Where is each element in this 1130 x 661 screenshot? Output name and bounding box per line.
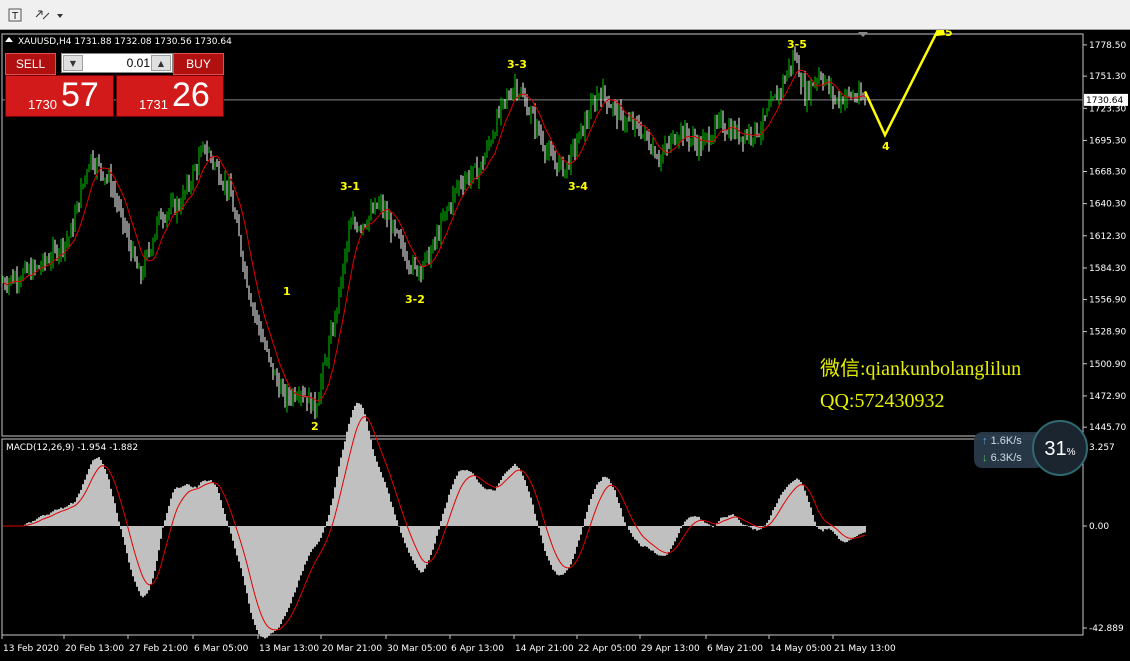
price-axis-label: 1556.90: [1089, 295, 1126, 305]
wave-label-3-3: 3-3: [507, 58, 527, 71]
buy-price-big: 26: [172, 76, 210, 114]
lot-increase-icon[interactable]: ▲: [151, 55, 171, 71]
time-axis-label: 29 Apr 13:00: [641, 644, 700, 654]
upload-arrow-icon: ↑: [982, 435, 991, 447]
chart-window[interactable]: XAUUSD,H4 1731.88 1732.08 1730.56 1730.6…: [0, 30, 1130, 661]
sell-price-big: 57: [61, 76, 99, 114]
wechat-watermark: 微信:qiankunbolanglilun: [820, 358, 1022, 380]
time-axis-label: 6 Mar 05:00: [194, 644, 249, 654]
price-axis-label: 1500.90: [1089, 360, 1126, 370]
download-speed: 6.3K/s: [990, 452, 1022, 464]
buy-price-prefix: 1731: [139, 97, 168, 112]
time-axis-label: 14 Apr 21:00: [515, 644, 574, 654]
sell-price-button[interactable]: 1730 57: [5, 75, 114, 117]
price-axis-label: 1751.30: [1089, 72, 1126, 82]
wave-label-2: 2: [311, 420, 319, 433]
qq-watermark: QQ:572430932: [820, 390, 945, 412]
lot-value[interactable]: 0.01: [84, 56, 150, 70]
time-axis-label: 20 Feb 13:00: [65, 644, 124, 654]
price-axis-label: 1472.90: [1089, 392, 1126, 402]
memory-gauge: 31%: [1032, 420, 1088, 476]
memory-percent: 31%: [1044, 438, 1076, 460]
macd-axis-label: 3.257: [1089, 443, 1115, 453]
time-axis-label: 22 Apr 05:00: [578, 644, 637, 654]
download-arrow-icon: ↓: [982, 452, 991, 464]
price-axis-label: 1584.30: [1089, 264, 1126, 274]
price-axis-label: 1695.30: [1089, 136, 1126, 146]
price-axis-label: 1668.30: [1089, 167, 1126, 177]
text-cursor-icon[interactable]: T: [6, 5, 24, 25]
buy-button[interactable]: BUY: [173, 53, 224, 75]
wave-label-3-4: 3-4: [568, 180, 588, 193]
wave-label-3-2: 3-2: [405, 293, 425, 306]
sell-button[interactable]: SELL: [5, 53, 56, 75]
macd-axis-label: 0.00: [1089, 522, 1109, 532]
time-axis-label: 13 Mar 13:00: [259, 644, 319, 654]
chart-svg[interactable]: XAUUSD,H4 1731.88 1732.08 1730.56 1730.6…: [0, 30, 1130, 661]
price-axis-label: 1445.70: [1089, 423, 1126, 433]
collapse-triangle-icon[interactable]: [5, 37, 13, 42]
chart-header: XAUUSD,H4 1731.88 1732.08 1730.56 1730.6…: [18, 37, 232, 47]
time-axis-label: 27 Feb 21:00: [129, 644, 188, 654]
time-axis-label: 14 May 05:00: [770, 644, 832, 654]
sell-price-prefix: 1730: [28, 97, 57, 112]
price-axis-label: 1640.30: [1089, 200, 1126, 210]
wave-label-3-1: 3-1: [340, 180, 360, 193]
price-axis-label: 1778.50: [1089, 41, 1126, 51]
wave-label-5: 5: [945, 30, 953, 39]
price-axis-label: 1528.90: [1089, 328, 1126, 338]
moving-average-line: [2, 69, 866, 402]
time-axis-label: 30 Mar 05:00: [387, 644, 447, 654]
toolbar: T: [0, 0, 1130, 30]
wave-label-3-5: 3-5: [787, 38, 807, 51]
lot-input[interactable]: ▼ 0.01 ▲: [61, 53, 173, 73]
time-axis-label: 13 Feb 2020: [3, 644, 59, 654]
arrows-icon-svg: [35, 10, 63, 20]
time-axis-label: 6 May 21:00: [707, 644, 763, 654]
time-axis-label: 21 May 13:00: [834, 644, 896, 654]
time-axis-label: 6 Apr 13:00: [451, 644, 504, 654]
projection-line: [863, 30, 940, 138]
upload-speed: 1.6K/s: [990, 435, 1022, 447]
buy-price-button[interactable]: 1731 26: [116, 75, 224, 117]
text-cursor-icon-svg: T: [8, 8, 22, 22]
time-axis-label: 20 Mar 21:00: [322, 644, 382, 654]
lot-decrease-icon[interactable]: ▼: [63, 55, 83, 71]
projection-arrow-icon: [934, 30, 945, 37]
network-widget[interactable]: ↑ 1.6K/s ↓ 6.3K/s 31%: [974, 420, 1090, 478]
wave-label-1: 1: [283, 285, 291, 298]
upload-speed-row: ↑ 1.6K/s: [982, 435, 1022, 447]
macd-axis-label: -42.889: [1089, 624, 1124, 634]
wave-label-4: 4: [882, 140, 890, 153]
price-axis-label: 1612.30: [1089, 232, 1126, 242]
current-price-label: 1730.64: [1086, 96, 1123, 106]
macd-label: MACD(12,26,9) -1.954 -1.882: [6, 443, 138, 453]
arrows-icon[interactable]: [32, 5, 66, 25]
download-speed-row: ↓ 6.3K/s: [982, 452, 1022, 464]
one-click-panel: SELL ▼ 0.01 ▲ BUY 1730 57 1731 26: [5, 53, 224, 117]
svg-text:T: T: [11, 11, 19, 22]
